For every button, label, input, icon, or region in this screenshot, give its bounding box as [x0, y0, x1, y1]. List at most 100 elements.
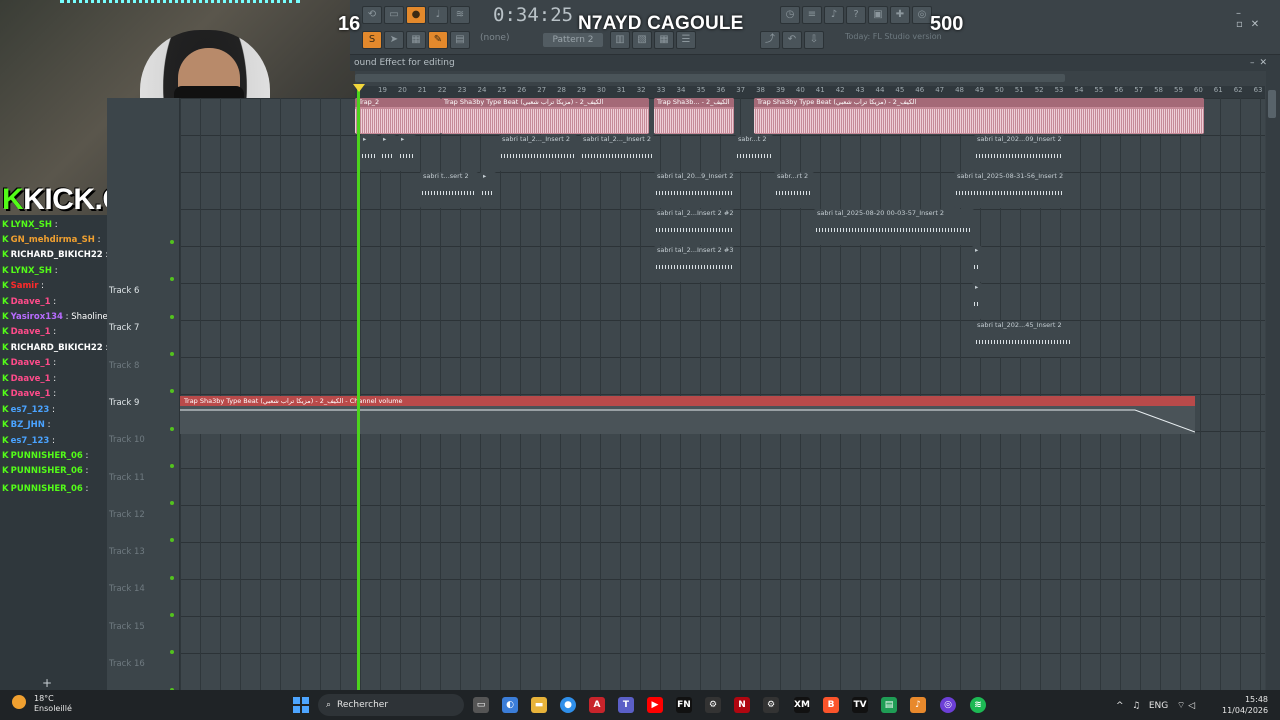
- track-enable-led[interactable]: [170, 463, 174, 468]
- track-enable-led[interactable]: [170, 314, 174, 319]
- chat-username[interactable]: Yasirox134: [11, 312, 63, 322]
- mic-icon[interactable]: ♪: [824, 6, 844, 24]
- acrobat-icon[interactable]: A: [589, 697, 605, 713]
- weather-widget[interactable]: 18°C Ensoleillé: [34, 694, 72, 714]
- wifi-icon[interactable]: ⌔: [1177, 701, 1185, 711]
- chat-username[interactable]: PUNNISHER_06: [11, 466, 83, 476]
- fn-app-icon[interactable]: FN: [676, 697, 692, 713]
- mic-tray-icon[interactable]: ♫: [1132, 701, 1140, 711]
- playlist-window-controls[interactable]: –✕: [1250, 58, 1272, 68]
- download-icon[interactable]: ⇩: [804, 31, 824, 49]
- audio-clip[interactable]: sabri tal_2..._Insert 2: [499, 135, 577, 171]
- green-app-icon[interactable]: ▤: [881, 697, 897, 713]
- chat-username[interactable]: es7_123: [11, 405, 50, 415]
- brave-icon[interactable]: B: [823, 697, 839, 713]
- fl-studio-icon[interactable]: ♪: [910, 697, 926, 713]
- mixer-icon[interactable]: ≡: [802, 6, 822, 24]
- link-icon[interactable]: ⤴: [760, 31, 780, 49]
- track-label[interactable]: Track 12: [109, 510, 145, 520]
- system-tray[interactable]: ^ ♫ ENG ⌔ ◁: [1116, 700, 1195, 711]
- pattern-song-toggle[interactable]: S: [362, 31, 382, 49]
- chat-username[interactable]: es7_123: [11, 436, 50, 446]
- track-label[interactable]: Track 16: [109, 659, 145, 669]
- timeline-ruler[interactable]: [355, 86, 1265, 98]
- language-indicator[interactable]: ENG: [1149, 701, 1168, 711]
- task-view-icon[interactable]: ▭: [473, 697, 489, 713]
- vertical-scroll-thumb[interactable]: [1268, 90, 1276, 118]
- track-enable-led[interactable]: [170, 426, 174, 431]
- chat-username[interactable]: GN_mehdirma_SH: [11, 235, 95, 245]
- audio-clip[interactable]: sabri tal_202...09_Insert 2: [974, 135, 1064, 171]
- audio-clip[interactable]: sabri tal_2...Insert 2 #2: [654, 209, 734, 245]
- none-label[interactable]: (none): [480, 33, 509, 43]
- taskbar-search[interactable]: ⌕ Rechercher: [318, 694, 464, 716]
- track-label[interactable]: Track 7: [109, 323, 139, 333]
- audio-clip[interactable]: Trap_2: [355, 98, 441, 134]
- teams-icon[interactable]: T: [618, 697, 634, 713]
- chevron-up-icon[interactable]: ^: [1116, 701, 1124, 711]
- undo-icon[interactable]: ↶: [782, 31, 802, 49]
- audio-clip[interactable]: sabri tal_202...45_Insert 2: [974, 321, 1074, 357]
- file-explorer-icon[interactable]: ▬: [531, 697, 547, 713]
- help-icon[interactable]: ?: [846, 6, 866, 24]
- audio-clip[interactable]: sabri tal_2..._Insert 2: [580, 135, 654, 171]
- audio-clip[interactable]: ▸: [398, 135, 416, 171]
- record-button[interactable]: ●: [406, 6, 426, 24]
- copilot-icon[interactable]: ◐: [502, 697, 518, 713]
- audio-clip[interactable]: sabri tal_2025-08-31-56_Insert 2: [954, 172, 1064, 208]
- chat-username[interactable]: Samir: [11, 281, 39, 291]
- brush-tool-icon[interactable]: ▤: [450, 31, 470, 49]
- loop-button[interactable]: ▭: [384, 6, 404, 24]
- audio-clip[interactable]: sabr...rt 2: [774, 172, 814, 208]
- arrow-tool-icon[interactable]: ➤: [384, 31, 404, 49]
- track-label[interactable]: Track 9: [109, 398, 139, 408]
- automation-clip[interactable]: Trap Sha3by Type Beat (مزيكا تراب شعبي) …: [180, 396, 1195, 434]
- add-icon[interactable]: +: [42, 676, 52, 690]
- audio-clip[interactable]: sabri tal_20...9_Insert 2: [654, 172, 734, 208]
- chat-username[interactable]: Daave_1: [11, 374, 51, 384]
- track-label[interactable]: Track 14: [109, 584, 145, 594]
- audio-clip[interactable]: ▸: [360, 135, 378, 171]
- audio-clip[interactable]: sabri tal_2...Insert 2 #3: [654, 246, 734, 282]
- chat-username[interactable]: BZ_JHN: [11, 420, 45, 430]
- audio-clip[interactable]: Trap Sha3by Type Beat (مزيكا تراب شعبي) …: [441, 98, 649, 134]
- audio-clip[interactable]: sabri tal_2025-08-20 00-03-57_Insert 2: [814, 209, 974, 245]
- audio-clip[interactable]: ▸: [480, 172, 496, 208]
- audio-clip[interactable]: Trap Sha3by Type Beat (مزيكا تراب شعبي) …: [754, 98, 1204, 134]
- track-enable-led[interactable]: [170, 351, 174, 356]
- window-controls[interactable]: –▫✕: [1236, 8, 1280, 30]
- chat-username[interactable]: LYNX_SH: [11, 266, 52, 276]
- steam-icon[interactable]: ⚙: [705, 697, 721, 713]
- waveform-button[interactable]: ≋: [450, 6, 470, 24]
- audio-clip[interactable]: Trap Sha3b... - الكيف_2: [654, 98, 734, 134]
- audio-clip[interactable]: ▸: [972, 246, 982, 282]
- pencil-tool-icon[interactable]: ✎: [428, 31, 448, 49]
- metronome-button[interactable]: ♩: [428, 6, 448, 24]
- rewind-button[interactable]: ⟲: [362, 6, 382, 24]
- chat-username[interactable]: RICHARD_BIKICH22: [11, 343, 103, 353]
- track-enable-led[interactable]: [170, 613, 174, 617]
- volume-icon[interactable]: ◁: [1188, 701, 1195, 711]
- audio-clip[interactable]: sabr...t 2: [735, 135, 773, 171]
- track-enable-led[interactable]: [170, 240, 174, 244]
- chat-username[interactable]: PUNNISHER_06: [11, 484, 83, 494]
- playhead-marker[interactable]: [353, 84, 365, 92]
- windows-start-icon[interactable]: [293, 697, 309, 713]
- chat-username[interactable]: Daave_1: [11, 358, 51, 368]
- chat-username[interactable]: LYNX_SH: [11, 220, 52, 230]
- obs-icon[interactable]: ◎: [940, 697, 956, 713]
- track-label[interactable]: Track 10: [109, 435, 145, 445]
- vertical-scrollbar[interactable]: [1266, 70, 1280, 690]
- chat-icon[interactable]: ◎: [912, 6, 932, 24]
- plugin-icon[interactable]: ✚: [890, 6, 910, 24]
- chat-username[interactable]: Daave_1: [11, 389, 51, 399]
- track-label[interactable]: Track 15: [109, 622, 145, 632]
- pattern-selector[interactable]: Pattern 2: [543, 33, 603, 47]
- xm-app-icon[interactable]: XM: [794, 697, 810, 713]
- spotify-icon[interactable]: ≋: [970, 697, 986, 713]
- netflix-icon[interactable]: N: [734, 697, 750, 713]
- tradingview-icon[interactable]: TV: [852, 697, 868, 713]
- chrome-icon[interactable]: ●: [560, 697, 576, 713]
- youtube-icon[interactable]: ▶: [647, 697, 663, 713]
- audio-clip[interactable]: ▸: [972, 283, 982, 319]
